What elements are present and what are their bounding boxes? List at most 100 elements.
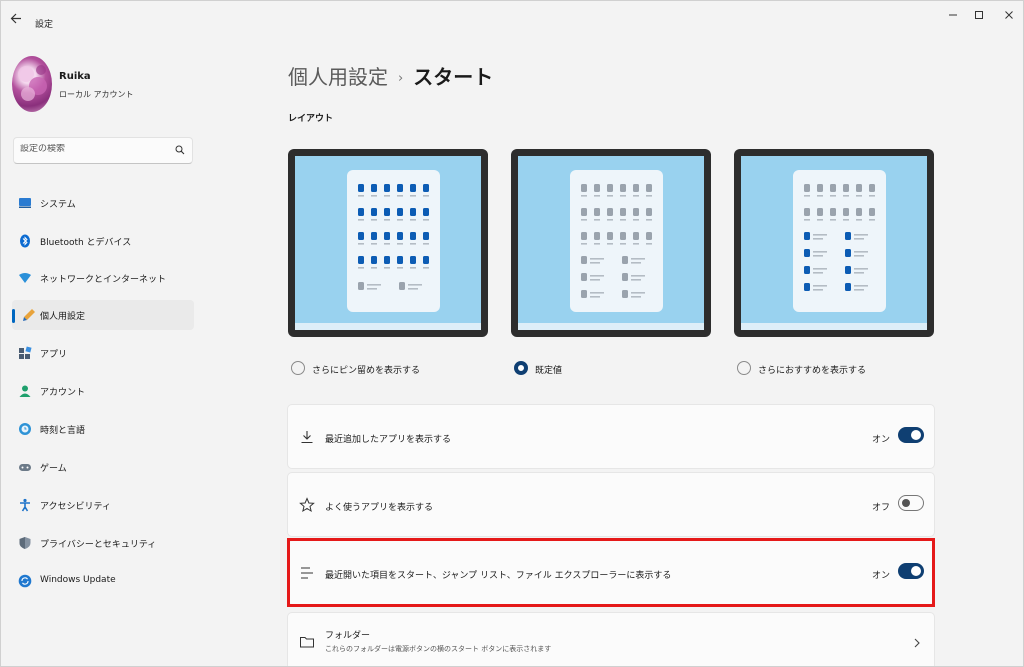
- app-label-line: [358, 243, 364, 245]
- layout-preview-more-pins[interactable]: [288, 149, 488, 337]
- pinned-app-tile: [423, 256, 429, 264]
- app-label-line: [423, 267, 429, 269]
- recommended-item-icon: [845, 283, 851, 291]
- settings-search[interactable]: [13, 137, 193, 164]
- sidebar-item-bluetooth[interactable]: Bluetooth とデバイス: [12, 226, 194, 256]
- account-type: ローカル アカウント: [59, 90, 134, 99]
- app-label-line: [410, 267, 416, 269]
- sidebar-item-windows-update[interactable]: Windows Update: [12, 566, 194, 596]
- taskbar-preview: [295, 323, 481, 330]
- recommended-item-line: [590, 275, 604, 277]
- recommended-item-line: [631, 279, 641, 281]
- app-label-line: [397, 243, 403, 245]
- app-label-line: [581, 195, 587, 197]
- app-label-line: [371, 219, 377, 221]
- recommended-item-line: [813, 272, 823, 274]
- recommended-item-line: [590, 296, 600, 298]
- maximize-button[interactable]: [963, 7, 995, 27]
- recommended-item-icon: [804, 232, 810, 240]
- pinned-app-tile: [804, 184, 810, 192]
- layout-preview-default[interactable]: [511, 149, 711, 337]
- preview-screen: [741, 156, 927, 330]
- pinned-app-tile: [397, 184, 403, 192]
- radio-label: さらにピン留めを表示する: [312, 366, 421, 376]
- pinned-app-tile: [607, 232, 613, 240]
- breadcrumb-parent[interactable]: 個人用設定: [288, 65, 388, 89]
- pinned-app-tile: [358, 256, 364, 264]
- setting-recently-added-apps: 最近追加したアプリを表示する オン: [287, 404, 935, 469]
- recommended-item-line: [813, 289, 823, 291]
- pinned-app-tile: [371, 256, 377, 264]
- time-language-icon: [19, 423, 31, 435]
- sidebar-item-accessibility[interactable]: アクセシビリティ: [12, 490, 194, 520]
- folders-label: フォルダー: [325, 631, 371, 641]
- sidebar-item-apps[interactable]: アプリ: [12, 338, 194, 368]
- app-label-line: [371, 243, 377, 245]
- sidebar-item-personalization[interactable]: 個人用設定: [12, 300, 194, 330]
- pinned-app-tile: [620, 232, 626, 240]
- sidebar-item-label: ゲーム: [40, 464, 67, 474]
- app-label-line: [410, 243, 416, 245]
- pinned-app-tile: [646, 208, 652, 216]
- close-icon: [1005, 11, 1013, 19]
- recommended-item-line: [854, 251, 868, 253]
- recommended-item-icon: [804, 249, 810, 257]
- setting-folders[interactable]: フォルダー これらのフォルダーは電源ボタンの横のスタート ボタンに表示されます: [287, 612, 935, 666]
- app-label-line: [646, 219, 652, 221]
- app-label-line: [804, 195, 810, 197]
- recommended-item-line: [854, 285, 868, 287]
- sidebar-item-time-language[interactable]: 時刻と言語: [12, 414, 194, 444]
- sidebar-item-label: 個人用設定: [40, 312, 86, 322]
- taskbar-preview: [741, 323, 927, 330]
- radio-button[interactable]: [737, 361, 751, 375]
- app-label-line: [423, 195, 429, 197]
- app-label-line: [594, 219, 600, 221]
- pinned-app-tile: [856, 184, 862, 192]
- pinned-app-tile: [384, 232, 390, 240]
- app-label-line: [817, 195, 823, 197]
- recommended-item-icon: [845, 232, 851, 240]
- search-input[interactable]: [20, 144, 170, 154]
- sidebar-item-gaming[interactable]: ゲーム: [12, 452, 194, 482]
- toggle-state-label: オフ: [871, 503, 890, 513]
- recommended-item-line: [367, 288, 377, 290]
- recommended-item-icon: [622, 290, 628, 298]
- pinned-app-tile: [607, 208, 613, 216]
- sidebar-item-privacy[interactable]: プライバシーとセキュリティ: [12, 528, 194, 558]
- recommended-item-icon: [804, 266, 810, 274]
- pinned-app-tile: [646, 184, 652, 192]
- recommended-item-icon: [581, 290, 587, 298]
- pinned-app-tile: [410, 208, 416, 216]
- close-button[interactable]: [993, 7, 1023, 27]
- layout-preview-more-recommendations[interactable]: [734, 149, 934, 337]
- toggle-switch[interactable]: [898, 427, 924, 443]
- start-panel-preview: [793, 170, 886, 312]
- recommended-item-line: [408, 284, 422, 286]
- account-icon: [19, 385, 31, 397]
- recommended-item-icon: [622, 273, 628, 281]
- app-label-line: [384, 219, 390, 221]
- sidebar-item-label: 時刻と言語: [40, 426, 86, 436]
- toggle-switch[interactable]: [898, 495, 924, 511]
- pinned-app-tile: [620, 208, 626, 216]
- pinned-app-tile: [397, 232, 403, 240]
- pinned-app-tile: [384, 184, 390, 192]
- sidebar-item-system[interactable]: システム: [12, 188, 194, 218]
- bluetooth-icon: [20, 234, 30, 248]
- sidebar-item-accounts[interactable]: アカウント: [12, 376, 194, 406]
- recommended-item-icon: [358, 282, 364, 290]
- sidebar-item-network[interactable]: ネットワークとインターネット: [12, 263, 194, 293]
- back-button[interactable]: [10, 13, 24, 25]
- app-label-line: [869, 195, 875, 197]
- app-label-line: [646, 243, 652, 245]
- breadcrumb: 個人用設定 › スタート: [288, 61, 493, 90]
- windows-update-icon: [18, 574, 32, 588]
- app-label-line: [581, 243, 587, 245]
- app-label-line: [607, 219, 613, 221]
- app-label-line: [817, 219, 823, 221]
- radio-button[interactable]: [291, 361, 305, 375]
- app-label-line: [358, 219, 364, 221]
- pinned-app-tile: [869, 184, 875, 192]
- avatar[interactable]: [12, 56, 52, 112]
- radio-button-selected[interactable]: [514, 361, 528, 375]
